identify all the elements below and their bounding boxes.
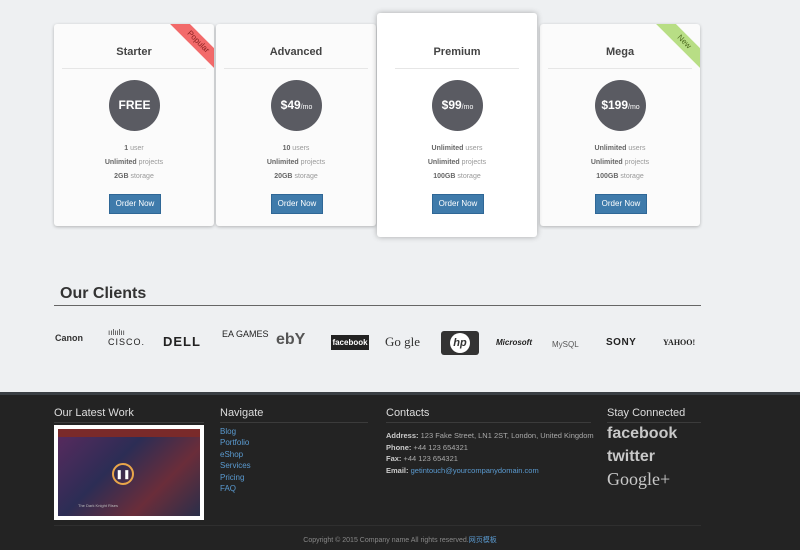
ea-games-logo: EA GAMES — [222, 329, 269, 339]
plan-price-circle: $99/mo — [432, 80, 483, 131]
divider — [224, 68, 368, 69]
plan-feature-storage: 100GB storage — [596, 173, 644, 180]
plan-feature-projects: Unlimited projects — [590, 159, 650, 166]
footer-nav-portfolio[interactable]: Portfolio — [220, 437, 251, 448]
plan-name: Advanced — [269, 46, 323, 58]
plan-feature-storage: 2GB storage — [114, 173, 154, 180]
contact-fax: Fax: +44 123 654321 — [386, 454, 458, 464]
footer-divider — [386, 422, 591, 423]
plan-name: Starter — [116, 46, 152, 58]
plan-price-circle: $49/mo — [271, 80, 322, 131]
sony-logo: SONY — [606, 337, 637, 348]
plan-price: $49 — [280, 98, 301, 112]
contact-address: Address: 123 Fake Street, LN1 2ST, Londo… — [386, 431, 594, 440]
footer-nav-blog[interactable]: Blog — [220, 426, 251, 437]
facebook-link[interactable]: facebook — [607, 425, 677, 443]
contact-email: Email: getintouch@yourcompanydomain.com — [386, 466, 539, 476]
navigate-heading: Navigate — [220, 407, 264, 419]
contact-info: Address: 123 Fake Street, LN1 2ST, Londo… — [386, 430, 594, 477]
email-link[interactable]: getintouch@yourcompanydomain.com — [411, 466, 539, 475]
order-now-button[interactable]: Order Now — [432, 194, 484, 214]
copyright: Copyright © 2015 Company name All rights… — [303, 537, 497, 544]
plan-feature-users: 1 user — [124, 145, 144, 152]
clients-heading: Our Clients — [60, 285, 147, 302]
footer-nav-faq[interactable]: FAQ — [220, 483, 251, 494]
plan-card-starter: Popular Starter FREE 1 user Unlimited pr… — [54, 24, 214, 226]
divider — [548, 68, 692, 69]
ebay-logo: ebY — [276, 331, 306, 348]
plan-name: Mega — [605, 46, 635, 58]
google-logo: Go gle — [385, 334, 421, 349]
pricing-table: Popular Starter FREE 1 user Unlimited pr… — [54, 13, 702, 237]
plan-feature-projects: Unlimited projects — [104, 159, 164, 166]
latest-work-thumbnail[interactable]: ❚❚ The Dark Knight Rises — [54, 425, 204, 520]
plan-price-period: /mo — [628, 104, 640, 111]
cisco-logo: ıılıılıı CISCO. — [108, 328, 146, 348]
footer-divider — [54, 422, 204, 423]
canon-logo: Canon — [55, 333, 83, 343]
footer-divider — [220, 422, 368, 423]
plan-name: Premium — [433, 46, 481, 58]
stay-connected-heading: Stay Connected — [607, 407, 686, 419]
plan-feature-projects: Unlimited projects — [427, 159, 487, 166]
plan-feature-storage: 20GB storage — [274, 173, 318, 180]
footer-divider — [607, 422, 701, 423]
plan-feature-users: Unlimited users — [594, 145, 646, 152]
mysql-logo: MySQL — [552, 340, 579, 349]
plan-price: $199 — [601, 98, 629, 112]
footer-nav-services[interactable]: Services — [220, 460, 251, 471]
plan-price-circle: $199/mo — [595, 80, 646, 131]
order-now-button[interactable]: Order Now — [109, 194, 161, 214]
yahoo-logo: YAHOO! — [663, 338, 696, 347]
plan-feature-users: Unlimited users — [431, 145, 483, 152]
footer-nav: Blog Portfolio eShop Services Pricing FA… — [220, 426, 251, 494]
plan-price: $99 — [441, 98, 462, 112]
plan-card-advanced: Advanced $49/mo 10 users Unlimited proje… — [216, 24, 376, 226]
plan-price-period: /mo — [300, 104, 313, 111]
clients-divider — [54, 305, 701, 306]
google-plus-link[interactable]: Google+ — [607, 469, 670, 490]
plan-price-circle: FREE — [109, 80, 160, 131]
contacts-heading: Contacts — [386, 407, 430, 419]
twitter-link[interactable]: twitter — [607, 448, 655, 466]
plan-feature-users: 10 users — [282, 145, 310, 152]
dell-logo: DELL — [163, 334, 201, 349]
divider — [62, 68, 206, 69]
plan-price: FREE — [118, 98, 151, 112]
footer-nav-pricing[interactable]: Pricing — [220, 472, 251, 483]
footer-divider — [54, 525, 701, 526]
plan-feature-projects: Unlimited projects — [266, 159, 326, 166]
divider — [395, 68, 519, 69]
work-caption: The Dark Knight Rises — [78, 503, 119, 508]
play-icon: ❚❚ — [112, 463, 134, 485]
footer: Our Latest Work ❚❚ The Dark Knight Rises… — [0, 392, 800, 550]
plan-price-period: /mo — [461, 104, 474, 111]
plan-card-mega: New Mega $199/mo Unlimited users Unlimit… — [540, 24, 700, 226]
footer-nav-eshop[interactable]: eShop — [220, 449, 251, 460]
contact-phone: Phone: +44 123 654321 — [386, 442, 468, 452]
copyright-link[interactable]: 网页模板 — [469, 537, 497, 544]
plan-feature-storage: 100GB storage — [433, 173, 481, 180]
plan-card-premium: Premium $99/mo Unlimited users Unlimited… — [377, 13, 537, 237]
order-now-button[interactable]: Order Now — [595, 194, 647, 214]
latest-work-heading: Our Latest Work — [54, 407, 134, 419]
facebook-logo: facebook — [331, 335, 369, 350]
order-now-button[interactable]: Order Now — [271, 194, 323, 214]
microsoft-logo: Microsoft — [496, 338, 532, 347]
hp-logo: hp — [441, 331, 479, 355]
